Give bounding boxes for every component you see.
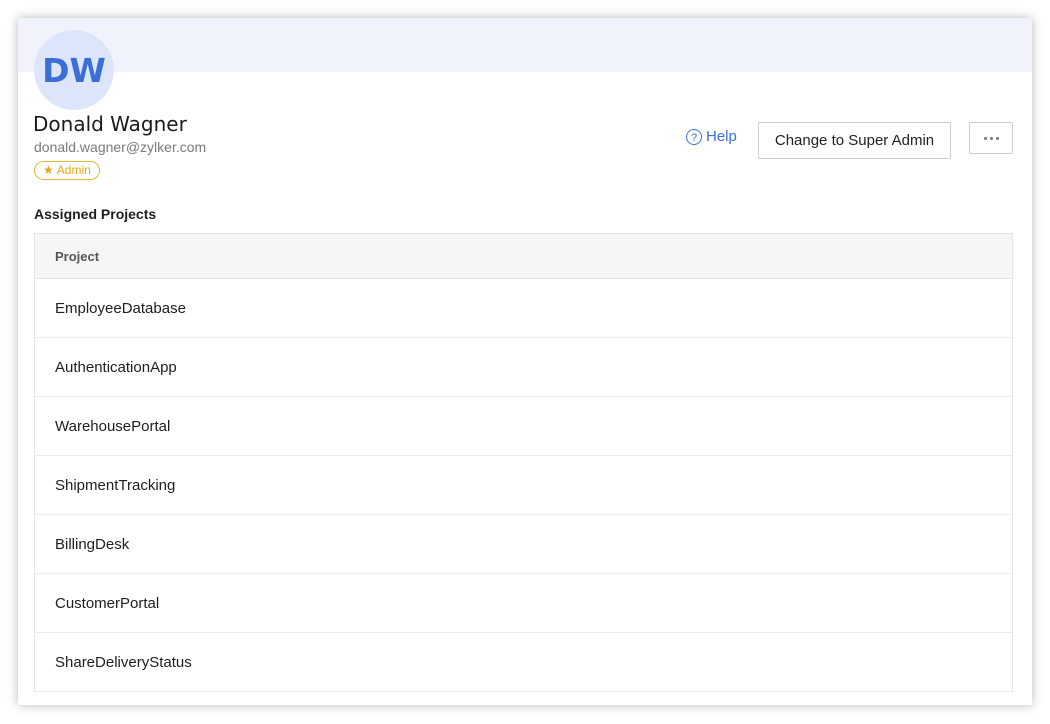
question-circle-icon: ? bbox=[686, 128, 702, 145]
profile-banner bbox=[18, 18, 1032, 72]
table-row[interactable]: AuthenticationApp bbox=[35, 338, 1012, 397]
change-to-super-admin-button[interactable]: Change to Super Admin bbox=[758, 122, 951, 159]
ellipsis-icon bbox=[983, 136, 999, 140]
table-row[interactable]: WarehousePortal bbox=[35, 397, 1012, 456]
table-row[interactable]: ShareDeliveryStatus bbox=[35, 633, 1012, 692]
section-title: Assigned Projects bbox=[34, 206, 157, 222]
role-badge: ★ Admin bbox=[34, 161, 100, 180]
help-link[interactable]: ? Help bbox=[686, 128, 737, 145]
project-name: WarehousePortal bbox=[55, 417, 171, 435]
user-profile-card: DW Donald Wagner donald.wagner@zylker.co… bbox=[18, 18, 1032, 705]
table-row[interactable]: CustomerPortal bbox=[35, 574, 1012, 633]
user-name: Donald Wagner bbox=[33, 112, 187, 136]
user-email: donald.wagner@zylker.com bbox=[34, 139, 207, 155]
avatar-initials: DW bbox=[42, 50, 106, 90]
project-name: BillingDesk bbox=[55, 535, 130, 553]
role-badge-label: Admin bbox=[56, 163, 91, 177]
project-name: EmployeeDatabase bbox=[55, 299, 186, 317]
avatar: DW bbox=[34, 30, 114, 110]
table-row[interactable]: ShipmentTracking bbox=[35, 456, 1012, 515]
project-name: ShareDeliveryStatus bbox=[55, 653, 192, 671]
more-options-button[interactable] bbox=[969, 122, 1013, 154]
table-row[interactable]: BillingDesk bbox=[35, 515, 1012, 574]
project-name: AuthenticationApp bbox=[55, 358, 177, 376]
project-name: ShipmentTracking bbox=[55, 476, 176, 494]
table-row[interactable]: EmployeeDatabase bbox=[35, 279, 1012, 338]
help-label: Help bbox=[706, 128, 737, 145]
column-header-project: Project bbox=[55, 248, 100, 264]
projects-table: Project EmployeeDatabase AuthenticationA… bbox=[34, 233, 1013, 692]
project-name: CustomerPortal bbox=[55, 594, 160, 612]
star-icon: ★ bbox=[43, 163, 54, 177]
table-header: Project bbox=[35, 234, 1012, 279]
